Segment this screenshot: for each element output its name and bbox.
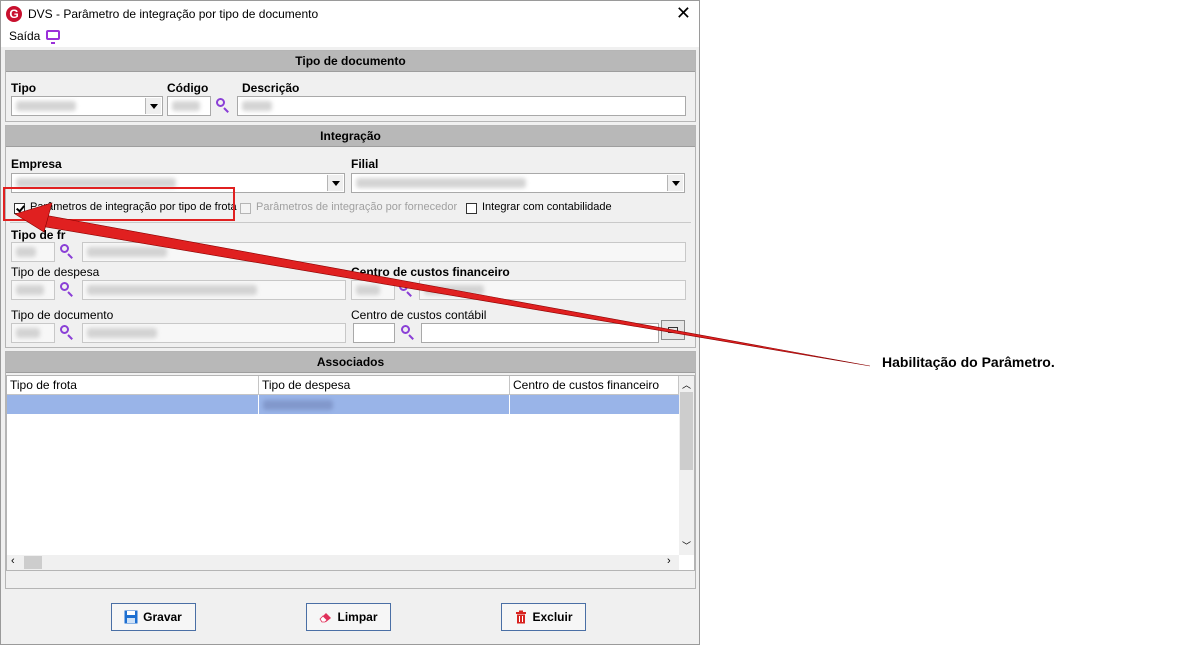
trash-icon xyxy=(516,610,526,624)
tipo-documento-panel: Tipo de documento Tipo Código Descrição xyxy=(5,50,696,122)
chevron-right-icon[interactable]: › xyxy=(667,555,671,567)
associados-header: Associados xyxy=(6,352,695,373)
filial-select[interactable] xyxy=(351,173,685,193)
tipo-frota-label: Tipo de fr xyxy=(11,228,66,242)
descricao-input[interactable] xyxy=(237,96,686,116)
search-icon[interactable] xyxy=(399,324,417,342)
grid-header: Tipo de frota Tipo de despesa Centro de … xyxy=(7,376,679,395)
codigo-input[interactable] xyxy=(167,96,211,116)
table-cell xyxy=(510,395,679,414)
tipo-despesa-desc-input xyxy=(82,280,346,300)
tree-icon xyxy=(668,327,678,333)
eraser-icon xyxy=(319,613,331,623)
col-tipo-despesa[interactable]: Tipo de despesa xyxy=(259,376,510,395)
centro-fin-label: Centro de custos financeiro xyxy=(351,265,510,279)
gravar-button[interactable]: Gravar xyxy=(111,603,196,631)
window-title: DVS - Parâmetro de integração por tipo d… xyxy=(28,7,319,21)
chevron-down-icon[interactable] xyxy=(145,98,161,114)
search-icon[interactable] xyxy=(397,281,415,299)
descricao-label: Descrição xyxy=(242,81,300,95)
centro-fin-desc-input xyxy=(419,280,686,300)
codigo-label: Código xyxy=(167,81,209,95)
search-icon[interactable] xyxy=(214,97,232,115)
limpar-button[interactable]: Limpar xyxy=(306,603,391,631)
contabilidade-checkbox[interactable] xyxy=(466,203,477,214)
vertical-scrollbar[interactable]: ︿ ﹀ xyxy=(679,376,694,555)
integracao-panel: Integração Empresa Filial Parâmetros de … xyxy=(5,125,696,348)
menu-bar: Saída xyxy=(1,27,699,47)
tipo-frota-desc-input xyxy=(82,242,686,262)
chevron-down-icon[interactable] xyxy=(667,175,683,191)
fornecedor-checkbox[interactable] xyxy=(240,203,251,214)
close-icon[interactable]: ✕ xyxy=(676,4,691,22)
tipo-despesa-label: Tipo de despesa xyxy=(11,265,100,279)
chevron-up-icon[interactable]: ︿ xyxy=(682,378,691,391)
centro-cont-label: Centro de custos contábil xyxy=(351,308,487,322)
empresa-label: Empresa xyxy=(11,157,62,171)
tipo-documento-label: Tipo de documento xyxy=(11,308,114,322)
tipo-select[interactable] xyxy=(11,96,163,116)
tipo-doc-code-input[interactable] xyxy=(11,323,55,343)
tipo-frota-code-input[interactable] xyxy=(11,242,55,262)
horizontal-scrollbar[interactable]: ‹ › xyxy=(7,555,679,570)
integracao-header: Integração xyxy=(6,126,695,147)
tipo-doc-desc-input xyxy=(82,323,346,343)
search-icon[interactable] xyxy=(58,324,76,342)
chevron-left-icon[interactable]: ‹ xyxy=(11,555,15,567)
monitor-icon[interactable] xyxy=(46,30,60,44)
annotation-label: Habilitação do Parâmetro. xyxy=(882,354,1055,370)
table-cell xyxy=(7,395,259,414)
title-bar: G DVS - Parâmetro de integração por tipo… xyxy=(1,1,699,27)
tipo-label: Tipo xyxy=(11,81,37,95)
fornecedor-checkbox-label: Parâmetros de integração por fornecedor xyxy=(256,201,458,213)
scroll-thumb[interactable] xyxy=(680,392,693,470)
tipo-documento-header: Tipo de documento xyxy=(6,51,695,72)
col-tipo-frota[interactable]: Tipo de frota xyxy=(7,376,259,395)
chevron-down-icon[interactable] xyxy=(327,175,343,191)
menu-item-saida[interactable]: Saída xyxy=(9,29,40,43)
divider xyxy=(10,222,691,223)
scroll-thumb[interactable] xyxy=(24,556,42,569)
app-logo-icon: G xyxy=(6,6,22,22)
associados-grid: Tipo de frota Tipo de despesa Centro de … xyxy=(6,375,695,571)
contabilidade-checkbox-label: Integrar com contabilidade xyxy=(482,201,612,213)
excluir-button[interactable]: Excluir xyxy=(501,603,586,631)
table-row[interactable] xyxy=(7,395,679,414)
associados-panel: Associados Tipo de frota Tipo de despesa… xyxy=(5,351,696,589)
search-icon[interactable] xyxy=(58,243,76,261)
floppy-disk-icon xyxy=(124,610,138,624)
centro-cont-code-input[interactable] xyxy=(353,323,395,343)
col-centro-fin[interactable]: Centro de custos financeiro xyxy=(510,376,679,395)
tipo-despesa-code-input[interactable] xyxy=(11,280,55,300)
chevron-down-icon[interactable]: ﹀ xyxy=(682,539,691,552)
centro-cont-desc-input[interactable] xyxy=(421,323,659,343)
table-cell xyxy=(259,395,510,414)
highlight-box xyxy=(3,187,235,221)
filial-label: Filial xyxy=(351,157,379,171)
dialog-window: G DVS - Parâmetro de integração por tipo… xyxy=(0,0,700,645)
search-icon[interactable] xyxy=(58,281,76,299)
centro-fin-code-input[interactable] xyxy=(351,280,395,300)
tree-lookup-button[interactable] xyxy=(661,320,685,340)
